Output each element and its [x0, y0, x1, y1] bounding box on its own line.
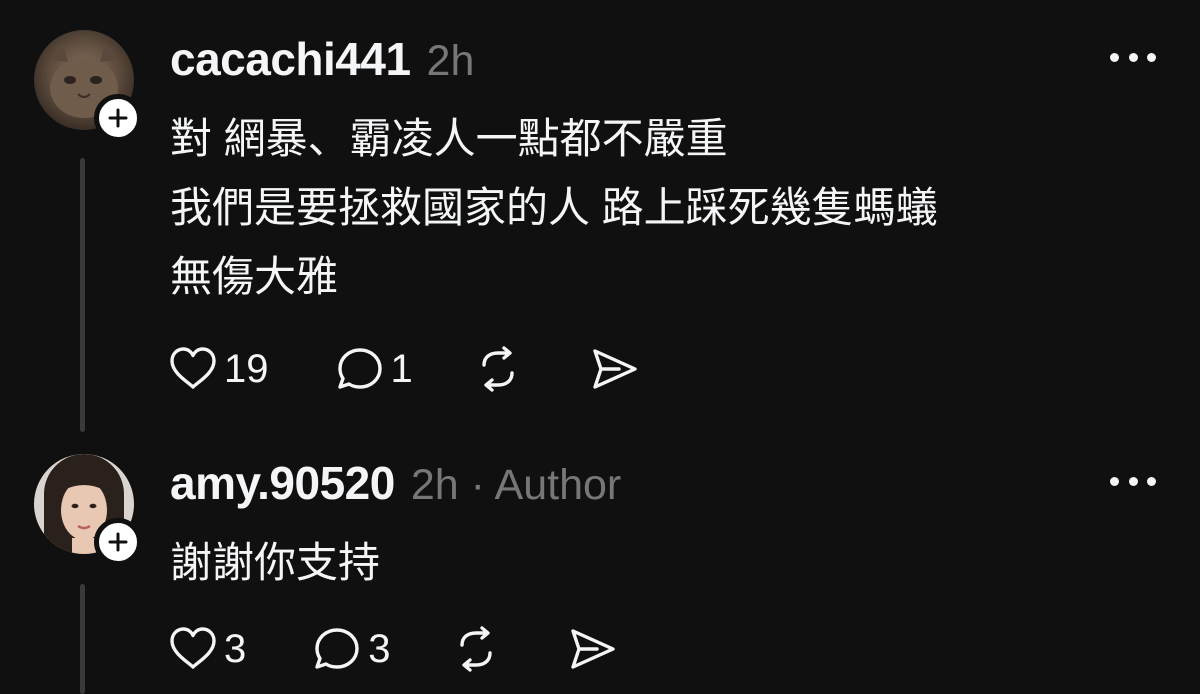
comment-line: 無傷大雅 — [170, 253, 339, 300]
repost-icon — [459, 626, 492, 672]
thread-line — [80, 158, 85, 432]
like-button[interactable]: 3 — [168, 626, 246, 672]
like-count: 3 — [224, 626, 247, 671]
avatar-container — [34, 30, 142, 142]
username[interactable]: amy.90520 — [170, 456, 395, 510]
like-count: 19 — [224, 346, 269, 391]
comment-text: 謝謝你支持 — [170, 528, 380, 597]
more-options-button[interactable] — [1110, 42, 1156, 72]
username[interactable]: cacachi441 — [170, 32, 411, 86]
reply-button[interactable]: 1 — [335, 346, 413, 392]
comment-header: amy.90520 2h · Author — [170, 456, 621, 516]
comment-amy90520: amy.90520 2h · Author 謝謝你支持 3 3 — [0, 440, 1200, 694]
comment-text: 對 網暴、霸凌人一點都不嚴重 我們是要拯救國家的人 路上踩死幾隻螞蟻 無傷大雅 — [170, 104, 938, 311]
comment-line: 謝謝你支持 — [170, 539, 381, 586]
send-icon — [570, 629, 615, 669]
comment-bubble-icon — [337, 348, 382, 389]
more-dots-icon — [1110, 52, 1119, 62]
reply-count: 3 — [368, 626, 391, 671]
send-icon — [593, 349, 637, 389]
action-bar: 19 1 — [168, 344, 639, 394]
more-dot — [1147, 52, 1156, 62]
share-button[interactable] — [589, 346, 639, 392]
comment-bubble-icon — [315, 628, 359, 669]
plus-icon — [108, 108, 128, 128]
repost-button[interactable] — [473, 346, 523, 392]
reply-button[interactable]: 3 — [312, 626, 391, 672]
avatar-container — [34, 454, 142, 566]
heart-icon — [170, 347, 216, 389]
heart-icon — [170, 627, 216, 669]
reply-count: 1 — [390, 346, 413, 391]
thread-line — [80, 584, 85, 694]
comment-header: cacachi441 2h — [170, 32, 474, 92]
plus-icon — [108, 532, 128, 552]
comment-cacachi441: cacachi441 2h 對 網暴、霸凌人一點都不嚴重 我們是要拯救國家的人 … — [0, 0, 1200, 440]
follow-button[interactable] — [94, 518, 142, 566]
timestamp: 2h — [426, 37, 475, 85]
timestamp-author-label: 2h · Author — [410, 461, 622, 509]
comment-line: 對 網暴、霸凌人一點都不嚴重 — [170, 115, 728, 162]
more-dot — [1128, 52, 1138, 62]
repost-button[interactable] — [451, 626, 501, 672]
comment-line: 我們是要拯救國家的人 路上踩死幾隻螞蟻 — [170, 184, 938, 231]
more-dot — [1128, 476, 1138, 486]
more-dots-icon — [1110, 476, 1119, 486]
more-dot — [1147, 476, 1156, 486]
more-options-button[interactable] — [1110, 466, 1156, 496]
action-bar: 3 3 — [168, 624, 617, 674]
like-button[interactable]: 19 — [168, 346, 269, 392]
share-button[interactable] — [567, 626, 617, 672]
repost-icon — [482, 346, 514, 392]
follow-button[interactable] — [94, 94, 142, 142]
